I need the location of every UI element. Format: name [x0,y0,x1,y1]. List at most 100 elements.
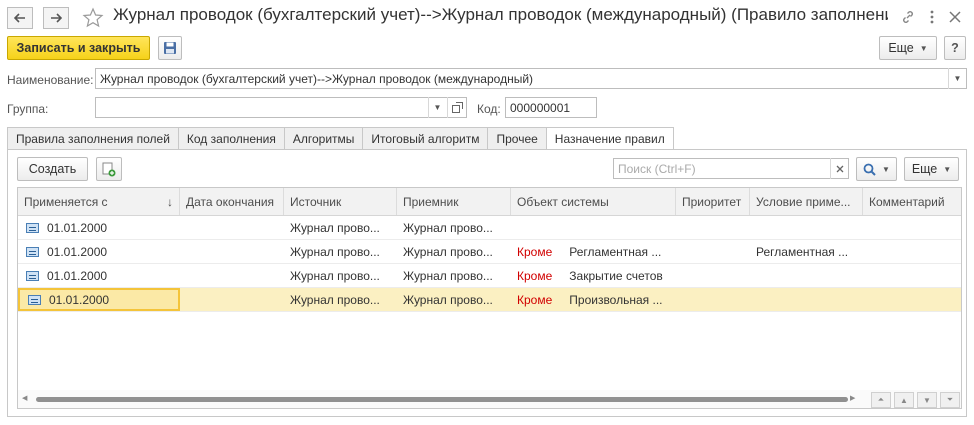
search-clear-button[interactable] [830,158,848,179]
arrow-left-icon [14,13,25,23]
cell-text: 01.01.2000 [47,244,108,259]
object-label: Закрытие счетов [569,268,663,283]
column-header-comment[interactable]: Комментарий [863,188,961,215]
tab-field-rules[interactable]: Правила заполнения полей [7,127,178,150]
record-icon [26,270,39,281]
scroll-left-icon[interactable]: ◀ [22,394,27,402]
column-label: Применяется с [24,194,108,209]
group-dropdown-button[interactable]: ▼ [428,97,446,118]
cell-applies-from: 01.01.2000 [18,264,180,287]
record-icon [28,294,41,305]
group-label: Группа: [7,102,49,116]
chevron-down-icon: ▼ [919,43,928,53]
horizontal-scrollbar[interactable]: ◀ ▶ ⏶ ▲ ▼ ⏷ [18,390,961,408]
column-header-applies-from[interactable]: Применяется с ↓ [18,188,180,215]
scroll-down-button[interactable]: ▼ [917,392,937,408]
column-header-end-date[interactable]: Дата окончания [180,188,284,215]
scrollbar-thumb[interactable] [36,397,848,402]
column-header-system-object[interactable]: Объект системы [511,188,676,215]
help-button[interactable]: ? [944,36,966,60]
scroll-up-button[interactable]: ▲ [894,392,914,408]
back-button[interactable] [7,7,33,29]
cell-priority [676,288,750,311]
tab-other[interactable]: Прочее [487,127,546,150]
cell-target: Журнал прово... [403,292,493,307]
search-input[interactable]: Поиск (Ctrl+F) [613,158,849,179]
cell-applies-from[interactable]: 01.01.2000 [18,288,180,311]
table-header: Применяется с ↓ Дата окончания Источник … [18,188,961,216]
cell-priority [676,216,750,239]
cell-end-date [180,240,284,263]
cell-target: Журнал прово... [403,244,493,259]
save-button[interactable] [158,36,182,60]
chevron-down-icon: ▼ [943,164,952,174]
chevron-down-icon: ▼ [882,164,890,174]
favorite-star-icon[interactable] [82,7,104,32]
cell-priority [676,240,750,263]
cell-source: Журнал прово... [290,292,380,307]
more-options-icon[interactable] [923,8,941,26]
cell-applies-from: 01.01.2000 [18,216,180,239]
cell-condition [750,288,863,311]
cell-text: 01.01.2000 [49,292,110,307]
search-placeholder: Поиск (Ctrl+F) [618,162,696,176]
column-header-source[interactable]: Источник [284,188,397,215]
except-label: Кроме [517,292,553,307]
open-window-icon [452,102,463,113]
cell-system-object [511,216,676,239]
cell-end-date [180,288,284,311]
code-field[interactable]: 000000001 [505,97,597,118]
down-icon: ▼ [923,395,931,405]
copy-button[interactable] [96,157,122,181]
except-label: Кроме [517,244,553,259]
cell-source: Журнал прово... [290,244,380,259]
name-field[interactable]: Журнал проводок (бухгалтерский учет)-->Ж… [95,68,967,89]
tab-algorithms[interactable]: Алгоритмы [283,127,363,150]
name-value: Журнал проводок (бухгалтерский учет)-->Ж… [100,72,534,86]
help-icon: ? [951,41,959,55]
floppy-disk-icon [164,42,176,54]
cell-comment [863,288,961,311]
column-header-priority[interactable]: Приоритет [676,188,750,215]
cell-comment [863,216,961,239]
group-field[interactable] [95,97,467,118]
table-row[interactable]: 01.01.2000 Журнал прово... Журнал прово.… [18,264,961,288]
tab-fill-code[interactable]: Код заполнения [177,127,284,150]
cell-target: Журнал прово... [403,268,493,283]
record-icon [26,246,39,257]
more-menu-button[interactable]: Еще ▼ [879,36,937,60]
tab-final-algorithm[interactable]: Итоговый алгоритм [362,127,488,150]
table-row-selected[interactable]: 01.01.2000 Журнал прово... Журнал прово.… [18,288,961,312]
link-icon[interactable] [899,8,917,26]
object-label: Произвольная ... [569,292,663,307]
table-row[interactable]: 01.01.2000 Журнал прово... Журнал прово.… [18,240,961,264]
scroll-right-icon[interactable]: ▶ [850,394,855,402]
record-icon [26,222,39,233]
cell-condition [750,264,863,287]
name-dropdown-button[interactable]: ▼ [948,68,966,89]
cell-system-object: Кроме Произвольная ... [511,288,676,311]
cell-end-date [180,264,284,287]
close-icon[interactable] [946,8,964,26]
column-header-target[interactable]: Приемник [397,188,511,215]
save-and-close-button[interactable]: Записать и закрыть [7,36,150,60]
create-button[interactable]: Создать [17,157,88,181]
column-header-condition[interactable]: Условие приме... [750,188,863,215]
list-more-button[interactable]: Еще ▼ [904,157,959,181]
forward-button[interactable] [43,7,69,29]
cell-comment [863,264,961,287]
tab-rule-assignment[interactable]: Назначение правил [545,127,674,150]
list-more-label: Еще [911,162,938,176]
cell-applies-from: 01.01.2000 [18,240,180,263]
cell-text: 01.01.2000 [47,268,108,283]
double-up-icon: ⏶ [877,395,885,404]
scroll-to-top-button[interactable]: ⏶ [871,392,891,408]
up-icon: ▲ [900,395,908,405]
tab-bar: Правила заполнения полей Код заполнения … [7,127,674,150]
group-open-button[interactable] [447,97,467,118]
cell-condition: Регламентная ... [756,244,849,259]
cell-source: Журнал прово... [290,220,380,235]
scroll-to-bottom-button[interactable]: ⏷ [940,392,960,408]
table-row[interactable]: 01.01.2000 Журнал прово... Журнал прово.… [18,216,961,240]
search-button[interactable]: ▼ [856,157,897,181]
